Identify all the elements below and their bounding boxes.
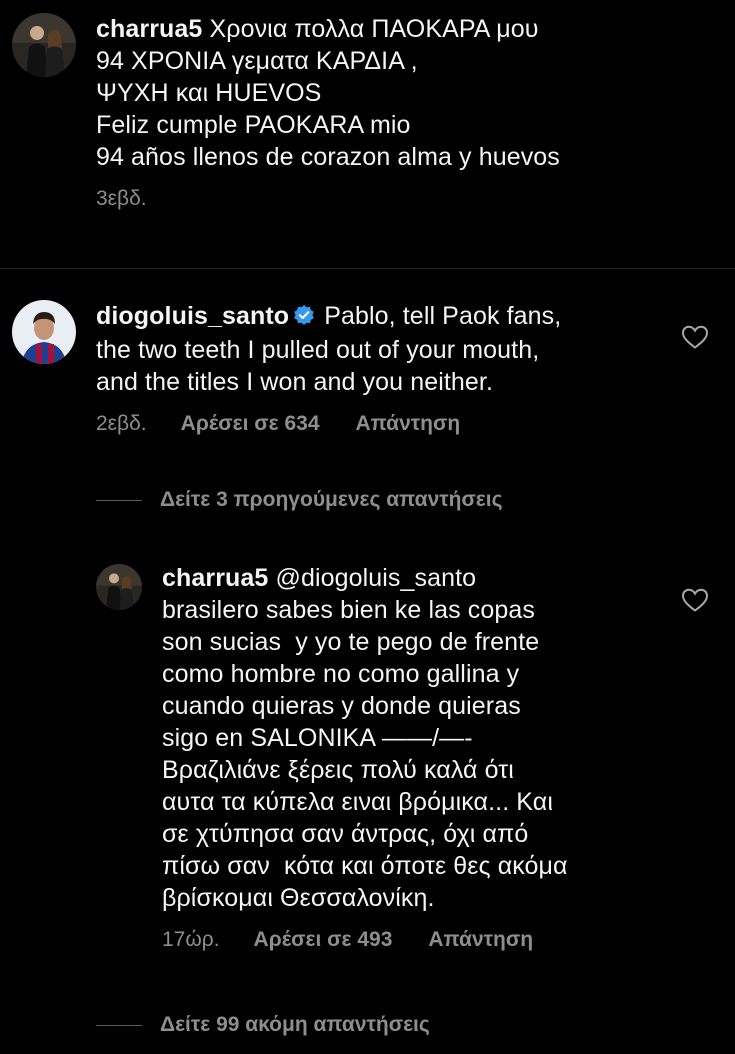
verified-badge-icon	[293, 302, 315, 334]
comment-text: charrua5 Χρονια πολλα ΠΑΟΚΑΡΑ μου 94 ΧΡΟ…	[96, 13, 712, 173]
comment-meta: 2εβδ. Αρέσει σε 634 Απάντηση	[96, 412, 672, 436]
username[interactable]: charrua5	[162, 564, 268, 592]
avatar[interactable]	[96, 564, 142, 610]
view-more-replies-label: Δείτε 99 ακόμη απαντήσεις	[160, 1013, 430, 1036]
timestamp: 3εβδ.	[96, 187, 147, 210]
comment-meta: 17ώρ. Αρέσει σε 493 Απάντηση	[162, 928, 686, 952]
reply-button[interactable]: Απάντηση	[428, 928, 533, 952]
comment-text: diogoluis_santo Pablo, tell Paok fans, t…	[96, 300, 672, 398]
avatar[interactable]	[12, 300, 76, 364]
username[interactable]: charrua5	[96, 15, 202, 43]
likes-count[interactable]: Αρέσει σε 634	[181, 412, 320, 436]
view-previous-replies-label: Δείτε 3 προηγούμενες απαντήσεις	[160, 488, 503, 511]
comment-2: diogoluis_santo Pablo, tell Paok fans, t…	[12, 300, 672, 436]
reply-button[interactable]: Απάντηση	[356, 412, 461, 436]
like-heart-icon[interactable]	[681, 324, 709, 350]
view-more-replies-button[interactable]: Δείτε 99 ακόμη απαντήσεις	[96, 1013, 430, 1037]
divider	[0, 268, 735, 269]
timestamp: 17ώρ.	[162, 928, 220, 951]
thread-line	[96, 1024, 142, 1026]
username[interactable]: diogoluis_santo	[96, 302, 289, 330]
comment-meta: 3εβδ.	[96, 187, 712, 211]
timestamp: 2εβδ.	[96, 412, 147, 435]
avatar[interactable]	[12, 13, 76, 77]
like-heart-icon[interactable]	[681, 587, 709, 613]
comment-3-reply: charrua5 @diogoluis_santo brasilero sabe…	[96, 562, 686, 952]
likes-count[interactable]: Αρέσει σε 493	[254, 928, 393, 952]
comment-body: @diogoluis_santo brasilero sabes bien ke…	[162, 564, 568, 912]
comment-1: charrua5 Χρονια πολλα ΠΑΟΚΑΡΑ μου 94 ΧΡΟ…	[12, 13, 712, 211]
thread-line	[96, 499, 142, 501]
comment-text: charrua5 @diogoluis_santo brasilero sabe…	[162, 562, 686, 914]
view-previous-replies-button[interactable]: Δείτε 3 προηγούμενες απαντήσεις	[96, 488, 503, 512]
